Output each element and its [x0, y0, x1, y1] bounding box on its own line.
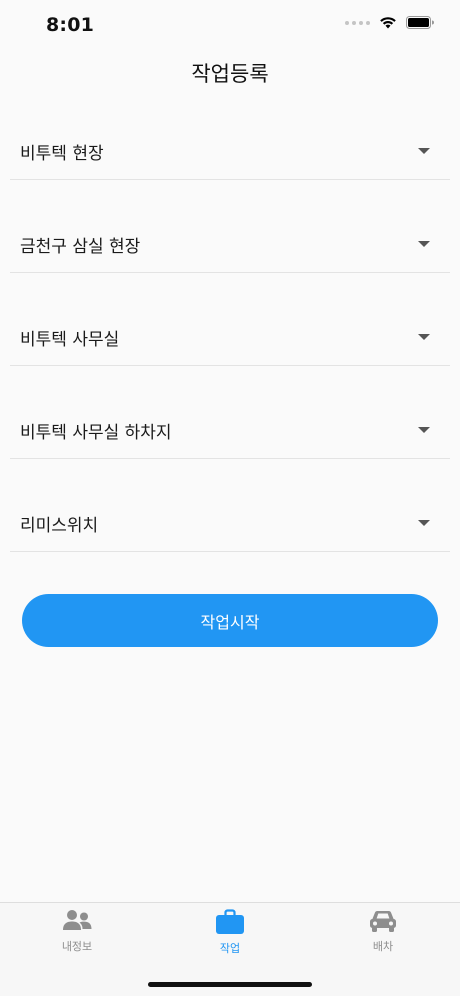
- tab-work[interactable]: 작업: [175, 909, 285, 956]
- car-icon: [370, 911, 396, 932]
- page-title: 작업등록: [191, 62, 269, 86]
- caret-down-icon: [418, 241, 430, 247]
- start-work-button[interactable]: 작업시작: [22, 594, 438, 647]
- unload-site-dropdown-value: 비투텍 사무실 하차지: [20, 423, 172, 443]
- tab-work-label: 작업: [219, 942, 241, 955]
- office-dropdown[interactable]: 비투텍 사무실: [10, 291, 450, 366]
- signal-icon: [345, 20, 370, 25]
- caret-down-icon: [418, 334, 430, 340]
- work-form: 비투텍 현장 금천구 삼실 현장 비투텍 사무실 비투텍 사무실 하차지 리미스…: [10, 105, 450, 570]
- home-indicator: [148, 982, 312, 987]
- location-dropdown-value: 금천구 삼실 현장: [20, 237, 141, 257]
- site-dropdown-value: 비투텍 현장: [20, 144, 104, 164]
- site-dropdown[interactable]: 비투텍 현장: [10, 105, 450, 180]
- status-bar: 8:01: [0, 0, 460, 50]
- unload-site-dropdown[interactable]: 비투텍 사무실 하차지: [10, 384, 450, 459]
- location-dropdown[interactable]: 금천구 삼실 현장: [10, 198, 450, 273]
- tab-my-info-label: 내정보: [61, 940, 93, 953]
- tab-dispatch[interactable]: 배차: [328, 909, 438, 954]
- item-dropdown[interactable]: 리미스위치: [10, 477, 450, 552]
- battery-icon: [406, 16, 434, 29]
- status-time: 8:01: [46, 14, 95, 36]
- status-icons: [345, 16, 434, 29]
- caret-down-icon: [418, 148, 430, 154]
- tab-my-info[interactable]: 내정보: [22, 909, 132, 954]
- briefcase-icon: [216, 909, 244, 934]
- office-dropdown-value: 비투텍 사무실: [20, 330, 120, 350]
- wifi-icon: [380, 17, 396, 29]
- item-dropdown-value: 리미스위치: [20, 516, 99, 536]
- caret-down-icon: [418, 520, 430, 526]
- tab-dispatch-label: 배차: [372, 940, 394, 953]
- people-icon: [63, 910, 92, 930]
- caret-down-icon: [418, 427, 430, 433]
- tab-bar: 내정보 작업 배차: [0, 902, 460, 996]
